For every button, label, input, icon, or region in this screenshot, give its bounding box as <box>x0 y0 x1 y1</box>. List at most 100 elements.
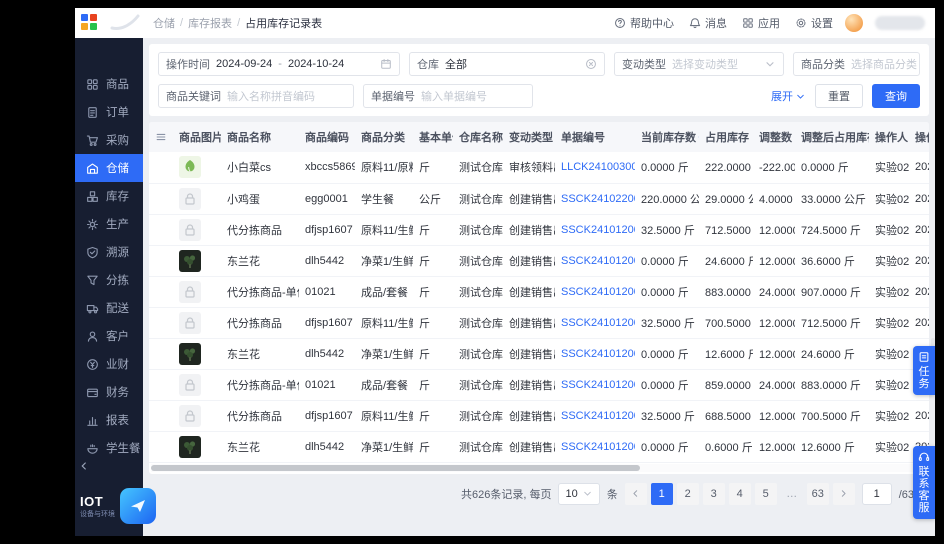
cell-after: 724.5000 斤 <box>795 214 869 246</box>
expand-toggle[interactable]: 展开 <box>771 88 806 104</box>
product-image[interactable] <box>179 156 201 179</box>
doc-no-link[interactable]: SSCK24102200001 <box>561 193 635 205</box>
change-type-select[interactable]: 变动类型 选择变动类型 <box>614 52 784 76</box>
sidebar-item-trace[interactable]: 溯源 <box>75 238 143 266</box>
cell-operator: 实验02 <box>869 431 909 463</box>
warehouse-select[interactable]: 仓库 全部 <box>409 52 605 76</box>
help-button[interactable]: 帮助中心 <box>614 15 674 31</box>
breadcrumb-item[interactable]: 仓储 <box>153 15 175 31</box>
cell-name: 代分拣商品 <box>221 400 299 432</box>
sidebar-item-label: 学生餐 <box>106 443 141 455</box>
page-button-63[interactable]: 63 <box>806 482 829 505</box>
cell-current-stock: 0.0000 斤 <box>635 276 699 308</box>
cell-time: 2024-10-1 <box>909 307 929 339</box>
sidebar-item-purchase[interactable]: 采购 <box>75 126 143 154</box>
category-select[interactable]: 商品分类 选择商品分类 <box>793 52 920 76</box>
cell-time: 2024-10-2 <box>909 152 929 184</box>
search-button[interactable]: 查询 <box>872 84 920 108</box>
page-button-4[interactable]: 4 <box>728 482 751 505</box>
page-button-3[interactable]: 3 <box>702 482 725 505</box>
sidebar-item-finance[interactable]: 财务 <box>75 378 143 406</box>
doc-no-link[interactable]: LLCK24100300001 <box>561 161 635 173</box>
keyword-input[interactable]: 商品关键词 输入名称拼音编码 <box>158 84 354 108</box>
iot-logo[interactable] <box>120 488 156 524</box>
clear-icon[interactable] <box>585 58 597 70</box>
doc-no-link[interactable]: SSCK24101200001 <box>561 441 635 453</box>
avatar[interactable] <box>845 14 863 32</box>
product-image[interactable] <box>179 404 201 427</box>
page-size-select[interactable]: 10 <box>558 482 600 505</box>
product-image[interactable] <box>179 249 201 272</box>
cell-after: 24.6000 斤 <box>795 338 869 370</box>
doc-no-link[interactable]: SSCK24101200002 <box>561 410 635 422</box>
cell-unit: 斤 <box>413 276 453 308</box>
app-window: 商品 订单 采购 仓储 库存 生产 溯源 分拣 配送 客户 业财 财务 报表 学生餐 IOT 设备与环境 … <box>75 8 935 536</box>
sidebar-item-warehouse[interactable]: 仓储 <box>75 154 143 182</box>
page-button-5[interactable]: 5 <box>754 482 777 505</box>
horizontal-scrollbar-thumb[interactable] <box>151 464 640 471</box>
cell-after: 712.5000 斤 <box>795 307 869 339</box>
cell-time: 2024-10-1 <box>909 400 929 432</box>
product-image[interactable] <box>179 311 201 334</box>
product-image[interactable] <box>179 342 201 365</box>
customer-service-float-button[interactable]: 联系客服 <box>913 446 935 519</box>
sidebar-item-bizfin[interactable]: 业财 <box>75 350 143 378</box>
doc-no-input[interactable]: 单据编号 输入单据编号 <box>363 84 533 108</box>
sidebar-item-orders[interactable]: 订单 <box>75 98 143 126</box>
logo-swoosh <box>110 14 140 30</box>
sidebar-item-production[interactable]: 生产 <box>75 210 143 238</box>
apps-button[interactable]: 应用 <box>742 15 780 31</box>
sidebar-item-delivery[interactable]: 配送 <box>75 294 143 322</box>
task-float-button[interactable]: 任务 <box>913 346 935 395</box>
date-to-value: 2024-10-24 <box>287 58 345 70</box>
cell-operator: 实验02 <box>869 400 909 432</box>
reset-button[interactable]: 重置 <box>815 84 863 108</box>
product-image[interactable] <box>179 187 201 210</box>
doc-no-link[interactable]: SSCK24101200004 <box>561 224 635 236</box>
prev-page-button[interactable] <box>624 482 647 505</box>
cell-after: 0.0000 斤 <box>795 152 869 184</box>
sidebar-item-goods[interactable]: 商品 <box>75 70 143 98</box>
column-header-name: 商品名称 <box>221 122 299 152</box>
page-button-2[interactable]: 2 <box>676 482 699 505</box>
cell-adjust: 24.0000 斤 <box>753 276 795 308</box>
sidebar-collapse-icon[interactable] <box>78 460 90 472</box>
sidebar-item-customers[interactable]: 客户 <box>75 322 143 350</box>
cell-adjust: 24.0000 斤 <box>753 369 795 401</box>
product-image[interactable] <box>179 280 201 303</box>
cell-current-stock: 0.0000 斤 <box>635 431 699 463</box>
column-settings-icon[interactable] <box>155 131 167 143</box>
cell-unit: 斤 <box>413 245 453 277</box>
cell-occupied: 859.0000 斤 <box>699 369 753 401</box>
sidebar-item-sorting[interactable]: 分拣 <box>75 266 143 294</box>
message-button[interactable]: 消息 <box>689 15 727 31</box>
cell-operator: 实验02 <box>869 245 909 277</box>
table-card: 商品图片商品名称商品编码商品分类基本单位仓库名称变动类型单据编号当前库存数占用库… <box>149 122 929 474</box>
sidebar-item-reports[interactable]: 报表 <box>75 406 143 434</box>
change-type-label: 变动类型 <box>622 59 666 71</box>
trace-icon <box>86 246 99 259</box>
sidebar-item-inventory[interactable]: 库存 <box>75 182 143 210</box>
page-button-1[interactable]: 1 <box>650 482 673 505</box>
doc-no-link[interactable]: SSCK24101200002 <box>561 348 635 360</box>
cell-change-type: 创建销售出库 <box>503 183 555 215</box>
horizontal-scrollbar[interactable] <box>151 463 927 472</box>
cell-unit: 公斤 <box>413 183 453 215</box>
settings-button[interactable]: 设置 <box>795 15 833 31</box>
cell-unit: 斤 <box>413 369 453 401</box>
next-page-button[interactable] <box>832 482 855 505</box>
doc-no-link[interactable]: SSCK24101200002 <box>561 379 635 391</box>
product-image[interactable] <box>179 373 201 396</box>
cell-code: dlh5442 <box>299 431 355 463</box>
product-image[interactable] <box>179 435 201 458</box>
product-image[interactable] <box>179 218 201 241</box>
cell-code: dfjsp1607 <box>299 400 355 432</box>
sidebar-item-student-meal[interactable]: 学生餐 <box>75 434 143 462</box>
breadcrumb-item[interactable]: 库存报表 <box>188 15 232 31</box>
date-range-picker[interactable]: 操作时间 2024-09-24 - 2024-10-24 <box>158 52 400 76</box>
page-jump-input[interactable] <box>861 482 892 505</box>
doc-no-link[interactable]: SSCK24101200003 <box>561 286 635 298</box>
doc-no-link[interactable]: SSCK24101200003 <box>561 317 635 329</box>
doc-no-link[interactable]: SSCK24101200003 <box>561 255 635 267</box>
purchase-icon <box>86 134 99 147</box>
